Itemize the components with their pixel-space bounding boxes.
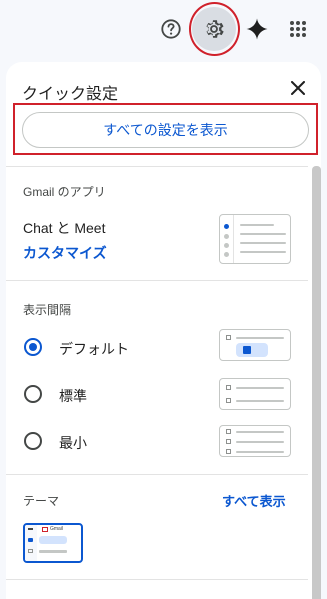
thumb-dot-active xyxy=(224,224,229,229)
divider xyxy=(6,166,308,167)
thumb-checkbox xyxy=(226,449,231,454)
thumb-dot xyxy=(224,234,229,239)
theme-section-label: テーマ xyxy=(23,494,60,508)
thumb-checkbox xyxy=(226,429,231,434)
thumb-dot xyxy=(224,252,229,257)
thumb-checkbox xyxy=(226,398,231,403)
thumb-checkbox xyxy=(226,335,231,340)
top-bar xyxy=(0,0,327,58)
panel-scrollbar[interactable] xyxy=(312,166,321,599)
theme-preview-rail xyxy=(25,525,37,561)
quick-settings-screen: クイック設定 すべての設定を表示 Gmail のアプリ Chat と Meet … xyxy=(0,0,327,599)
density-compact-radio[interactable] xyxy=(24,432,42,450)
help-circle-icon xyxy=(161,19,181,39)
thumb-line xyxy=(236,337,284,339)
gmail-logo-icon xyxy=(42,527,48,532)
gear-icon xyxy=(206,20,224,38)
thumb-checkbox xyxy=(226,385,231,390)
thumb-checkbox xyxy=(226,439,231,444)
settings-button[interactable] xyxy=(192,7,236,51)
theme-view-all-link[interactable]: すべて表示 xyxy=(222,491,286,510)
thumb-line xyxy=(240,233,286,235)
chat-meet-label: Chat と Meet xyxy=(23,220,106,236)
thumb-dot xyxy=(224,243,229,248)
gemini-button[interactable] xyxy=(235,7,279,51)
panel-title: クイック設定 xyxy=(22,86,119,103)
density-standard-radio[interactable] xyxy=(24,385,42,403)
gemini-sparkle-icon xyxy=(246,18,268,40)
compose-mini-icon xyxy=(28,538,33,542)
density-default-thumbnail xyxy=(219,329,291,361)
apps-grid-icon xyxy=(290,21,306,37)
quick-settings-panel: クイック設定 すべての設定を表示 Gmail のアプリ Chat と Meet … xyxy=(6,62,321,599)
thumb-line xyxy=(240,224,274,226)
theme-preview-default[interactable]: Gmail xyxy=(23,523,83,563)
density-default-label[interactable]: デフォルト xyxy=(59,339,129,359)
density-standard-label[interactable]: 標準 xyxy=(59,386,87,406)
menu-icon xyxy=(28,528,33,530)
close-icon xyxy=(291,81,305,95)
density-compact-thumbnail xyxy=(219,425,291,457)
density-section-label: 表示間隔 xyxy=(23,303,72,317)
divider xyxy=(6,474,308,475)
customize-link[interactable]: カスタマイズ xyxy=(23,243,107,263)
divider xyxy=(6,579,308,580)
apps-section-label: Gmail のアプリ xyxy=(23,185,106,199)
google-apps-button[interactable] xyxy=(276,7,320,51)
theme-preview-line xyxy=(39,550,67,553)
document-icon xyxy=(243,346,251,354)
thumb-line xyxy=(236,400,284,402)
thumb-line xyxy=(236,441,284,443)
divider xyxy=(6,280,308,281)
density-standard-thumbnail xyxy=(219,378,291,410)
theme-preview-compose xyxy=(39,536,67,544)
help-button[interactable] xyxy=(149,7,193,51)
chat-meet-thumbnail xyxy=(219,214,291,264)
all-settings-highlight-box xyxy=(13,103,318,155)
thumb-line xyxy=(240,242,286,244)
thumb-line xyxy=(236,387,284,389)
thumb-line xyxy=(240,251,286,253)
theme-preview-brand: Gmail xyxy=(50,526,64,532)
density-compact-label[interactable]: 最小 xyxy=(59,433,87,453)
thumb-line xyxy=(236,451,284,453)
chat-mini-icon xyxy=(28,549,33,553)
thumb-attachment-chip xyxy=(236,343,268,357)
density-default-radio[interactable] xyxy=(24,338,42,356)
thumb-line xyxy=(236,431,284,433)
close-button[interactable] xyxy=(286,76,310,100)
